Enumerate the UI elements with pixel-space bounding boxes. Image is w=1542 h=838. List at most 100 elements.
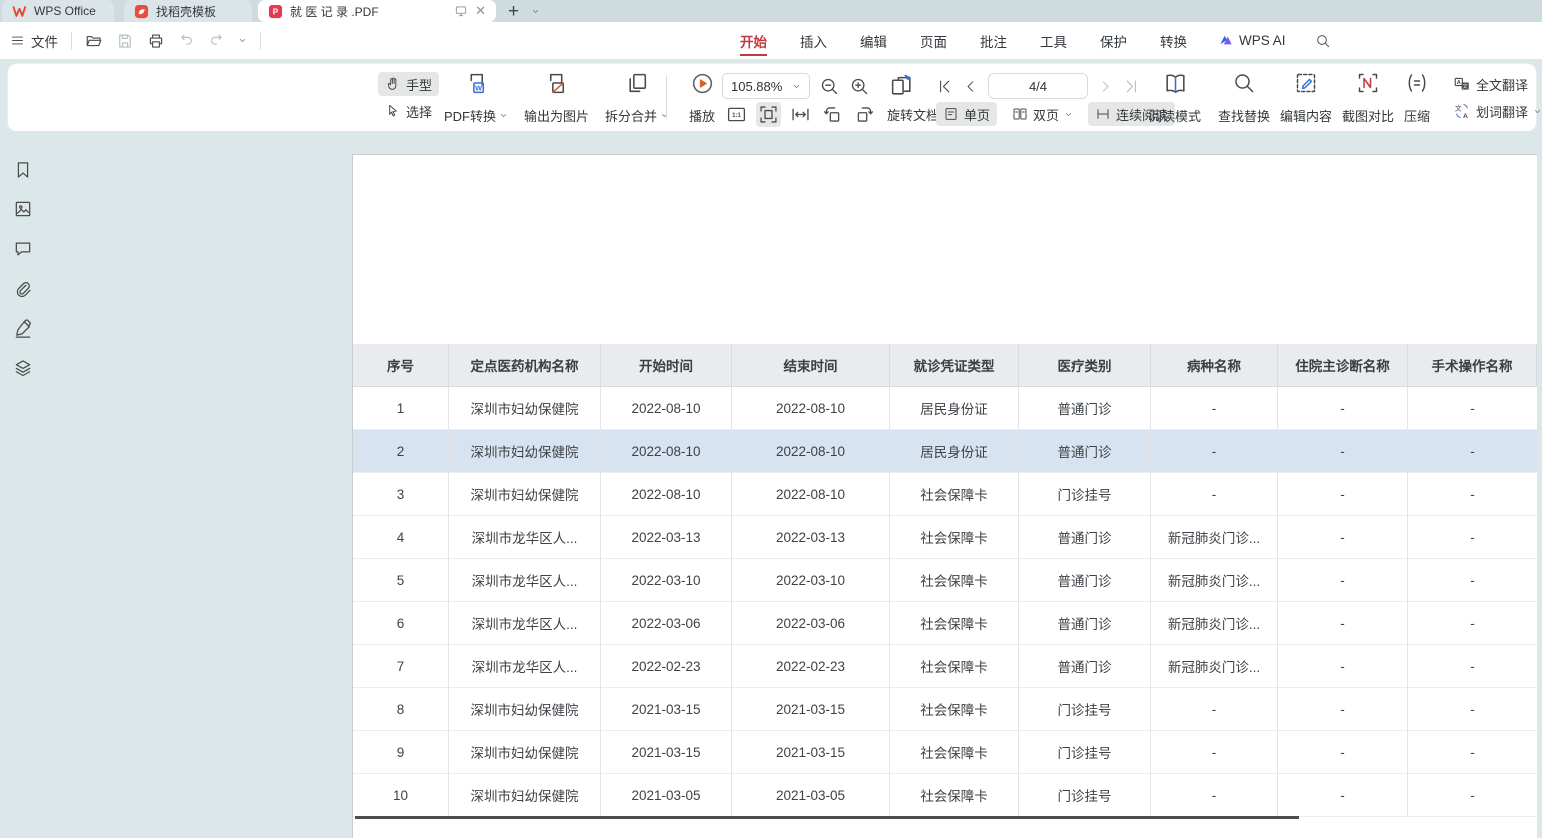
table-cell: - <box>1278 731 1408 774</box>
table-cell: - <box>1278 473 1408 516</box>
table-cell: 2 <box>353 430 449 473</box>
select-tool-button[interactable]: 选择 <box>378 99 439 123</box>
svg-text:文: 文 <box>1455 103 1462 112</box>
table-header-cell: 医疗类别 <box>1019 344 1151 387</box>
single-page-button[interactable]: 单页 <box>936 102 997 126</box>
table-cell: - <box>1408 516 1537 559</box>
menu-tab-edit[interactable]: 编辑 <box>858 22 889 60</box>
last-page-icon[interactable] <box>1123 78 1140 95</box>
pdf-convert-button[interactable]: W PDF转换 <box>442 70 510 126</box>
rotate-left-button[interactable] <box>820 102 845 127</box>
double-page-button[interactable]: 双页 <box>1005 102 1080 126</box>
file-menu-button[interactable]: 文件 <box>10 31 58 51</box>
page-indicator-input[interactable]: 4/4 <box>988 73 1088 99</box>
edit-content-button[interactable]: 编辑内容 <box>1278 70 1334 126</box>
table-header-cell: 序号 <box>353 344 449 387</box>
word-translate-button[interactable]: 文A 划词翻译 <box>1446 99 1542 123</box>
next-page-icon[interactable] <box>1098 79 1113 94</box>
fit-page-button[interactable] <box>756 102 781 127</box>
wps-ai-button[interactable]: WPS AI <box>1218 33 1286 49</box>
full-text-translate-button[interactable]: A文 全文翻译 <box>1446 72 1542 96</box>
hand-tool-button[interactable]: 手型 <box>378 72 439 96</box>
table-cell: - <box>1408 731 1537 774</box>
table-row: 6深圳市龙华区人...2022-03-062022-03-06社会保障卡普通门诊… <box>353 602 1537 645</box>
screenshot-compare-label: 截图对比 <box>1342 106 1394 125</box>
table-cell: - <box>1408 602 1537 645</box>
wps-ai-icon <box>1218 33 1234 49</box>
table-cell: - <box>1278 602 1408 645</box>
chevron-down-icon <box>499 111 508 120</box>
search-icon[interactable] <box>1315 33 1331 49</box>
svg-text:A: A <box>1457 80 1461 86</box>
menu-tab-convert[interactable]: 转换 <box>1158 22 1189 60</box>
table-cell: - <box>1278 516 1408 559</box>
undo-icon[interactable] <box>178 32 195 49</box>
table-cell: - <box>1408 473 1537 516</box>
signature-icon[interactable] <box>13 318 33 338</box>
table-cell: 门诊挂号 <box>1019 688 1151 731</box>
read-mode-button[interactable]: 阅读模式 <box>1144 70 1206 126</box>
menu-tab-insert[interactable]: 插入 <box>798 22 829 60</box>
redo-icon[interactable] <box>208 32 225 49</box>
menu-tab-tools[interactable]: 工具 <box>1038 22 1069 60</box>
table-cell: 深圳市妇幼保健院 <box>449 731 601 774</box>
fit-width-button[interactable] <box>788 102 813 127</box>
rotate-pages-icon[interactable] <box>889 74 914 99</box>
read-mode-label: 阅读模式 <box>1149 106 1201 125</box>
table-cell: 普通门诊 <box>1019 602 1151 645</box>
menu-tab-home[interactable]: 开始 <box>738 22 769 60</box>
table-cell: - <box>1151 387 1278 430</box>
zoom-level-value: 105.88% <box>731 79 782 94</box>
wps-logo-icon <box>12 4 27 19</box>
previous-page-icon[interactable] <box>963 79 978 94</box>
menu-tab-comment[interactable]: 批注 <box>978 22 1009 60</box>
bookmark-icon[interactable] <box>13 160 33 180</box>
actual-size-button[interactable]: 1:1 <box>724 102 749 127</box>
file-menu-label: 文件 <box>31 31 58 51</box>
table-cell: 社会保障卡 <box>890 559 1019 602</box>
export-image-button[interactable]: 输出为图片 <box>522 70 591 126</box>
screenshot-compare-button[interactable]: 截图对比 <box>1340 70 1396 126</box>
rotate-right-button[interactable] <box>852 102 877 127</box>
rotate-doc-label[interactable]: 旋转文档 <box>887 105 939 124</box>
full-translate-label: 全文翻译 <box>1476 75 1528 94</box>
tab-wps-office[interactable]: WPS Office <box>2 0 114 22</box>
attachment-icon[interactable] <box>13 279 33 299</box>
close-tab-icon[interactable]: ✕ <box>475 3 486 19</box>
tab-docer[interactable]: 找稻壳模板 <box>124 0 252 22</box>
table-cell: - <box>1278 559 1408 602</box>
table-cell: 社会保障卡 <box>890 688 1019 731</box>
print-icon[interactable] <box>147 32 165 50</box>
table-cell: 9 <box>353 731 449 774</box>
undo-history-chevron-icon[interactable] <box>238 36 247 45</box>
menu-tab-page[interactable]: 页面 <box>918 22 949 60</box>
open-folder-icon[interactable] <box>85 32 103 50</box>
separator <box>666 75 667 119</box>
table-cell: - <box>1408 688 1537 731</box>
table-cell: - <box>1408 387 1537 430</box>
find-replace-button[interactable]: 查找替换 <box>1216 70 1272 126</box>
table-cell: 10 <box>353 774 449 817</box>
table-header-cell: 就诊凭证类型 <box>890 344 1019 387</box>
new-tab-icon[interactable]: + <box>508 2 519 21</box>
compress-button[interactable]: 压缩 <box>1402 70 1432 126</box>
table-cell: 社会保障卡 <box>890 774 1019 817</box>
layers-icon[interactable] <box>13 358 33 378</box>
split-merge-button[interactable]: 拆分合并 <box>603 70 671 126</box>
thumbnail-icon[interactable] <box>13 199 33 219</box>
first-page-icon[interactable] <box>936 78 953 95</box>
zoom-in-icon[interactable] <box>849 76 870 97</box>
tab-list-chevron-icon[interactable] <box>531 7 540 16</box>
svg-text:P: P <box>273 7 279 16</box>
menu-tab-protect[interactable]: 保护 <box>1098 22 1129 60</box>
table-cell: 居民身份证 <box>890 430 1019 473</box>
comment-icon[interactable] <box>13 239 33 259</box>
tab-label: 就 医 记 录 .PDF <box>290 3 447 20</box>
monitor-icon[interactable] <box>454 4 468 18</box>
tab-document-active[interactable]: P 就 医 记 录 .PDF ✕ <box>258 0 496 22</box>
save-icon[interactable] <box>116 32 134 50</box>
table-cell: 普通门诊 <box>1019 645 1151 688</box>
zoom-level-select[interactable]: 105.88% <box>722 73 810 99</box>
table-cell: 深圳市妇幼保健院 <box>449 430 601 473</box>
zoom-out-icon[interactable] <box>819 76 840 97</box>
